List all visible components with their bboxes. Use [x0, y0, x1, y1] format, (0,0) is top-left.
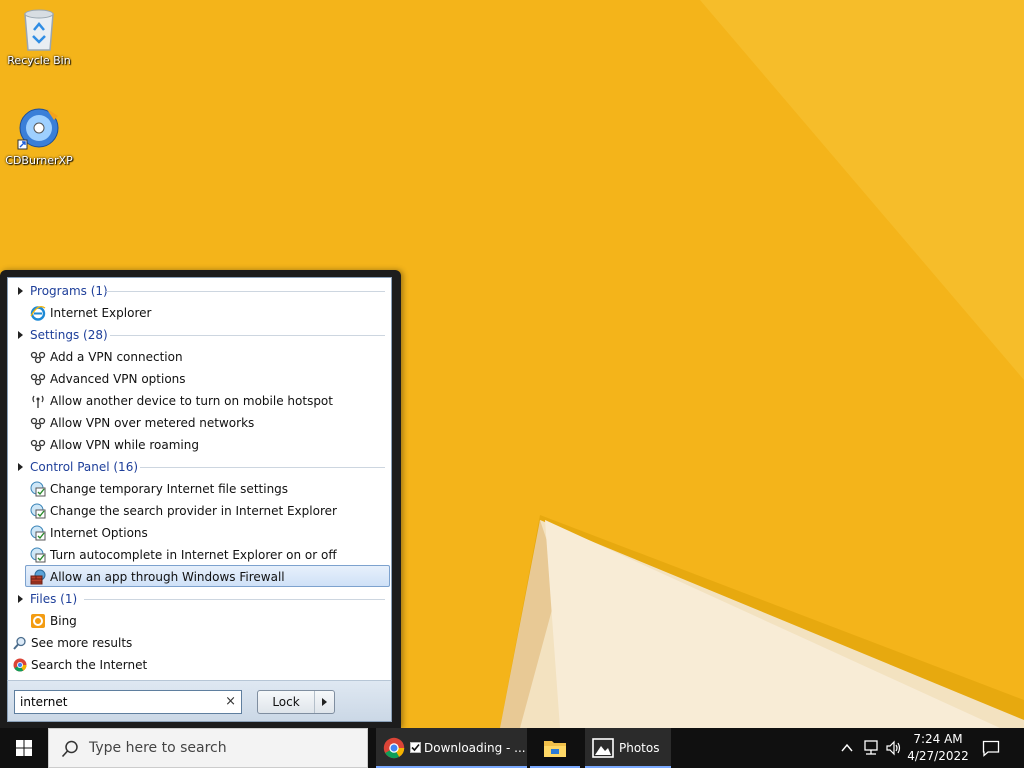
- see-more-results-link[interactable]: See more results: [13, 632, 132, 654]
- desktop-icon-recycle-bin[interactable]: Recycle Bin: [1, 6, 77, 67]
- checkbox-icon: [410, 742, 421, 753]
- desktop-icon-label: Recycle Bin: [7, 54, 71, 67]
- expand-arrow-icon: [18, 331, 23, 339]
- internet-options-icon: [30, 481, 46, 496]
- vpn-icon: [30, 417, 46, 429]
- internet-options-icon: [30, 547, 46, 562]
- expand-arrow-icon: [18, 595, 23, 603]
- taskbar-app-label: Downloading - ...: [424, 741, 526, 755]
- magnifier-icon: [13, 636, 26, 650]
- notification-center-icon[interactable]: [982, 740, 1000, 757]
- group-divider: [140, 467, 385, 468]
- cd-burner-icon: [17, 108, 59, 150]
- chrome-icon: [383, 737, 405, 759]
- start-search-input[interactable]: [15, 691, 215, 713]
- vpn-icon: [30, 439, 46, 451]
- result-add-vpn-connection[interactable]: Add a VPN connection: [28, 346, 183, 368]
- group-header-programs[interactable]: Programs (1): [8, 280, 108, 302]
- result-internet-options[interactable]: Internet Options: [28, 522, 148, 544]
- group-header-control-panel[interactable]: Control Panel (16): [8, 456, 138, 478]
- desktop-icon-label: CDBurnerXP: [5, 154, 73, 167]
- start-button[interactable]: [0, 728, 48, 768]
- clock-date: 4/27/2022: [907, 749, 969, 763]
- taskbar-app-chrome[interactable]: Downloading - ...: [376, 728, 527, 768]
- file-explorer-icon: [544, 741, 566, 757]
- internet-options-icon: [30, 525, 46, 540]
- lock-button-label: Lock: [272, 695, 300, 709]
- internet-options-icon: [30, 503, 46, 518]
- group-divider: [84, 599, 385, 600]
- result-advanced-vpn-options[interactable]: Advanced VPN options: [28, 368, 186, 390]
- expand-arrow-icon: [18, 463, 23, 471]
- photos-icon: [592, 738, 614, 758]
- group-header-settings[interactable]: Settings (28): [8, 324, 108, 346]
- taskbar: Type here to search Downloading - ... Ph…: [0, 728, 1024, 768]
- result-internet-explorer[interactable]: Internet Explorer: [28, 302, 151, 324]
- taskbar-app-photos[interactable]: Photos: [585, 728, 671, 768]
- vpn-icon: [30, 351, 46, 363]
- taskbar-clock[interactable]: 7:24 AM 4/27/2022: [906, 731, 970, 765]
- taskbar-app-label: Photos: [619, 741, 660, 755]
- group-divider: [110, 335, 385, 336]
- result-vpn-metered[interactable]: Allow VPN over metered networks: [28, 412, 254, 434]
- hotspot-icon: [32, 395, 44, 408]
- expand-arrow-icon: [18, 287, 23, 295]
- network-icon[interactable]: [862, 740, 880, 756]
- bing-file-icon: [31, 613, 45, 628]
- start-search-bar: × Lock: [7, 680, 392, 722]
- vpn-icon: [30, 373, 46, 385]
- firewall-icon: [30, 569, 46, 584]
- windows-logo-icon: [16, 740, 32, 756]
- internet-explorer-icon: [30, 305, 46, 321]
- result-vpn-roaming[interactable]: Allow VPN while roaming: [28, 434, 199, 456]
- result-windows-firewall[interactable]: Allow an app through Windows Firewall: [25, 565, 390, 587]
- lock-button[interactable]: Lock: [257, 690, 335, 714]
- group-divider: [106, 291, 385, 292]
- taskbar-search-box[interactable]: Type here to search: [48, 728, 368, 768]
- result-mobile-hotspot[interactable]: Allow another device to turn on mobile h…: [28, 390, 333, 412]
- clock-time: 7:24 AM: [913, 732, 963, 746]
- lock-options-arrow-icon[interactable]: [314, 691, 334, 713]
- group-header-files[interactable]: Files (1): [8, 588, 77, 610]
- desktop-icon-cdburnerxp[interactable]: CDBurnerXP: [1, 104, 77, 167]
- result-change-search-provider[interactable]: Change the search provider in Internet E…: [28, 500, 337, 522]
- volume-icon[interactable]: [885, 740, 903, 756]
- search-results-panel: Programs (1) Internet Explorer Settings …: [7, 277, 392, 688]
- result-temp-internet-files[interactable]: Change temporary Internet file settings: [28, 478, 288, 500]
- taskbar-search-placeholder: Type here to search: [89, 740, 227, 756]
- clear-search-icon[interactable]: ×: [225, 694, 236, 710]
- search-icon: [61, 740, 78, 758]
- start-search-box: ×: [14, 690, 242, 714]
- taskbar-app-file-explorer[interactable]: [530, 728, 580, 768]
- result-autocomplete[interactable]: Turn autocomplete in Internet Explorer o…: [28, 544, 337, 566]
- search-the-internet-link[interactable]: Search the Internet: [13, 654, 147, 676]
- result-bing[interactable]: Bing: [28, 610, 77, 632]
- recycle-bin-icon: [24, 9, 54, 51]
- start-menu: Programs (1) Internet Explorer Settings …: [0, 270, 401, 728]
- chevron-up-icon[interactable]: [840, 740, 854, 756]
- chrome-icon: [13, 658, 27, 671]
